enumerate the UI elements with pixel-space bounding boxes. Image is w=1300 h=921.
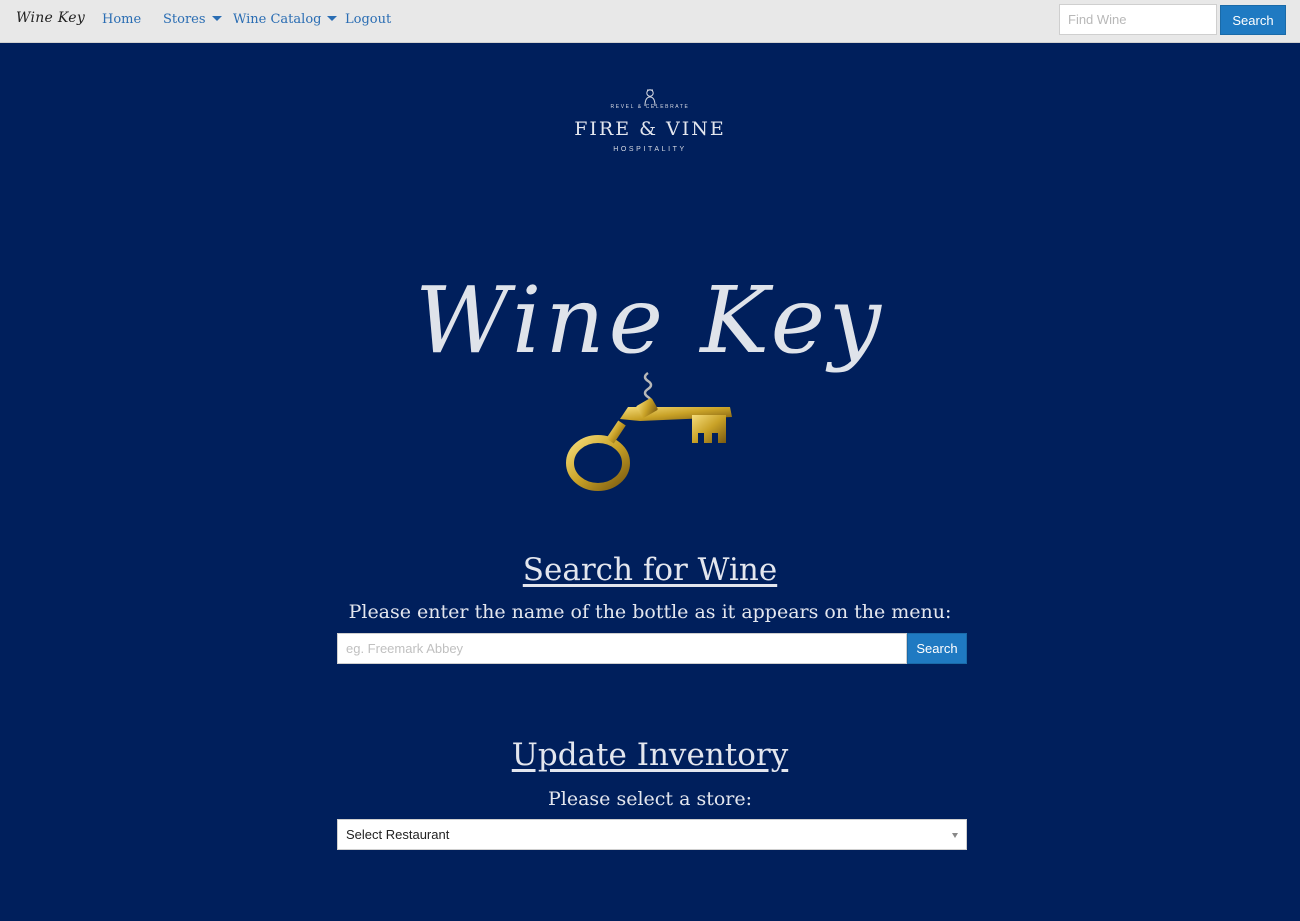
find-wine-input[interactable] — [1059, 4, 1217, 35]
fire-and-vine-logo: REVEL & CELEBRATE FIRE & VINE HOSPITALIT… — [560, 88, 740, 160]
nav-stores-label: Stores — [163, 12, 206, 27]
nav-home-label: Home — [102, 12, 142, 27]
inventory-heading: Update Inventory — [511, 737, 789, 773]
nav-logout-label: Logout — [345, 12, 392, 27]
store-select-value: Select Restaurant — [346, 827, 450, 842]
nav-stores-dropdown[interactable]: Stores — [163, 12, 222, 27]
hero-title: Wine Key — [415, 266, 885, 374]
caret-down-icon — [211, 16, 222, 21]
store-select[interactable]: Select Restaurant — [337, 819, 967, 850]
golden-corkscrew-key-icon — [566, 371, 732, 491]
nav-home[interactable]: Home — [102, 12, 141, 27]
search-heading: Search for Wine — [522, 552, 778, 588]
nav-logout[interactable]: Logout — [345, 12, 391, 27]
logo-name: FIRE & VINE — [574, 118, 726, 140]
wine-search-input[interactable] — [337, 633, 907, 664]
logo-tagline: REVEL & CELEBRATE — [610, 104, 690, 110]
inventory-instruction: Please select a store: — [547, 788, 753, 810]
nav-wine-catalog-label: Wine Catalog — [233, 12, 322, 27]
wine-search-button[interactable]: Search — [907, 633, 967, 664]
search-instruction: Please enter the name of the bottle as i… — [348, 601, 952, 623]
caret-down-icon — [327, 16, 338, 21]
logo-subtitle: HOSPITALITY — [613, 146, 687, 153]
nav-wine-catalog-dropdown[interactable]: Wine Catalog — [233, 12, 338, 27]
top-search-button[interactable]: Search — [1220, 5, 1286, 35]
brand-logo[interactable]: Wine Key — [16, 10, 85, 26]
chevron-down-icon — [952, 833, 958, 838]
top-navbar: Wine Key Home Stores Wine Catalog Logout… — [0, 0, 1300, 43]
